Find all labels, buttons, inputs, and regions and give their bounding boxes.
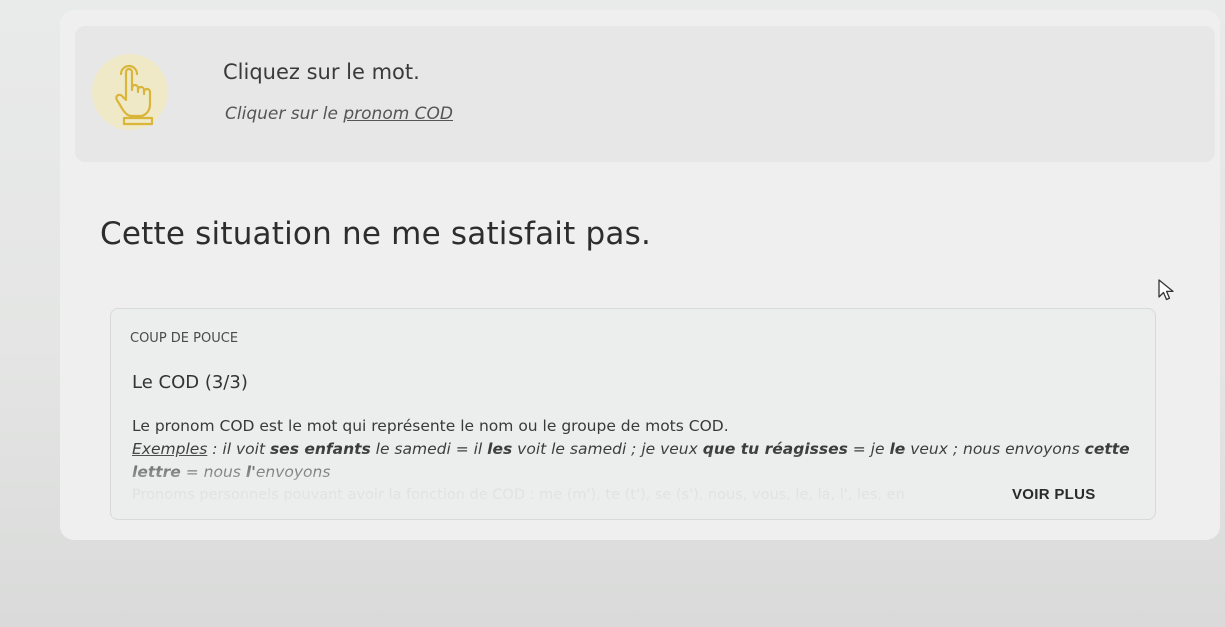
word-satisfait[interactable]: satisfait: [451, 216, 576, 252]
example-text: : il voit: [207, 440, 270, 458]
example-text: envoyons: [255, 463, 331, 481]
see-more-button[interactable]: VOIR PLUS: [1012, 486, 1096, 503]
example-text: = nous: [180, 463, 246, 481]
instruction-title: Cliquez sur le mot.: [223, 60, 420, 84]
example-bold: le: [889, 440, 906, 458]
instruction-bar: [75, 26, 1215, 162]
example-bold: que tu réagisses: [702, 440, 848, 458]
example-text: veux ; nous envoyons: [905, 440, 1085, 458]
example-text: le samedi = il: [370, 440, 488, 458]
examples-label: Exemples: [132, 440, 208, 458]
word-ne[interactable]: ne: [342, 216, 381, 252]
hint-title: Le COD (3/3): [132, 372, 248, 393]
hint-tag: COUP DE POUCE: [130, 331, 239, 346]
hint-card: COUP DE POUCE Le COD (3/3) Le pronom COD…: [110, 308, 1156, 520]
hint-examples: Exemples : il voit ses enfants le samedi…: [132, 438, 1132, 484]
example-bold: ses enfants: [269, 440, 371, 458]
instruction-subtitle: Cliquer sur le pronom COD: [225, 104, 453, 124]
word-pas[interactable]: pas.: [586, 216, 651, 252]
word-me[interactable]: me: [391, 216, 441, 252]
example-bold: les: [487, 440, 513, 458]
hint-faded-line: Pronoms personnels pouvant avoir la fonc…: [132, 487, 905, 503]
hint-body: Le pronom COD est le mot qui représente …: [132, 415, 1132, 484]
exercise-sentence: Cette situation ne me satisfait pas.: [100, 216, 651, 252]
mouse-pointer-icon: [1157, 278, 1177, 302]
word-cette[interactable]: Cette: [100, 216, 185, 252]
word-situation[interactable]: situation: [195, 216, 332, 252]
instruction-subtitle-prefix: Cliquer sur le: [225, 104, 344, 124]
example-text: = je: [847, 440, 890, 458]
example-bold: l': [245, 463, 256, 481]
hint-definition: Le pronom COD est le mot qui représente …: [132, 417, 729, 435]
example-text: voit le samedi ; je veux: [512, 440, 703, 458]
pronoun-cod-link[interactable]: pronom COD: [343, 104, 453, 124]
tap-hand-icon: [90, 52, 170, 132]
